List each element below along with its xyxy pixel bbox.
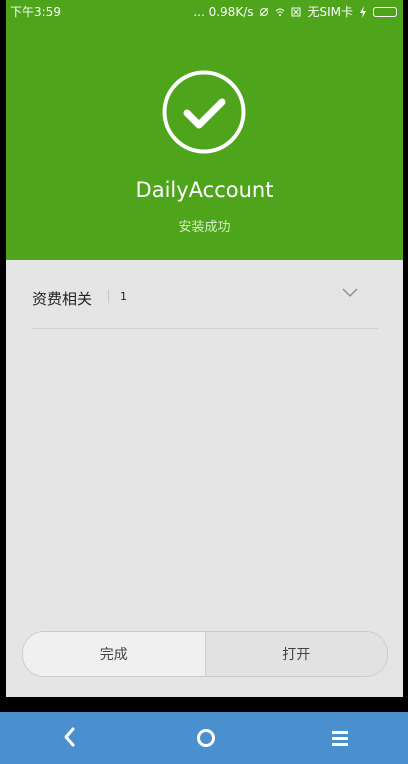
permission-row-charges[interactable]: 资费相关 1 <box>32 262 378 329</box>
action-bar: 完成 打开 <box>22 631 388 677</box>
open-button[interactable]: 打开 <box>205 632 387 676</box>
status-icons: ... 0.98K/s 无SIM卡 <box>193 3 397 20</box>
battery-icon <box>373 6 397 17</box>
screen: 下午3:59 ... 0.98K/s 无SIM卡 DailyAccount 安装… <box>6 0 403 697</box>
app-name: DailyAccount <box>135 178 274 202</box>
wifi-icon <box>276 8 285 16</box>
permission-label: 资费相关 <box>32 290 93 308</box>
status-time: 下午3:59 <box>10 5 61 19</box>
check-icon <box>162 70 246 154</box>
install-header: DailyAccount 安装成功 <box>6 22 403 260</box>
no-sim-icon <box>291 7 301 16</box>
status-bar: 下午3:59 ... 0.98K/s 无SIM卡 <box>6 0 403 22</box>
home-icon[interactable] <box>196 728 216 748</box>
menu-icon[interactable] <box>330 730 350 746</box>
install-status: 安装成功 <box>178 220 231 235</box>
navigation-bar <box>0 712 408 764</box>
done-button[interactable]: 完成 <box>23 632 206 676</box>
alarm-off-icon <box>260 7 269 16</box>
chevron-down-icon[interactable] <box>342 288 358 298</box>
sim-status: 无SIM卡 <box>307 5 353 19</box>
network-speed: ... 0.98K/s <box>193 4 254 19</box>
charging-icon <box>360 5 366 18</box>
permission-divider <box>108 290 109 303</box>
back-icon[interactable] <box>62 726 78 748</box>
phone-frame: 下午3:59 ... 0.98K/s 无SIM卡 DailyAccount 安装… <box>0 0 408 764</box>
permission-count: 1 <box>120 290 127 303</box>
